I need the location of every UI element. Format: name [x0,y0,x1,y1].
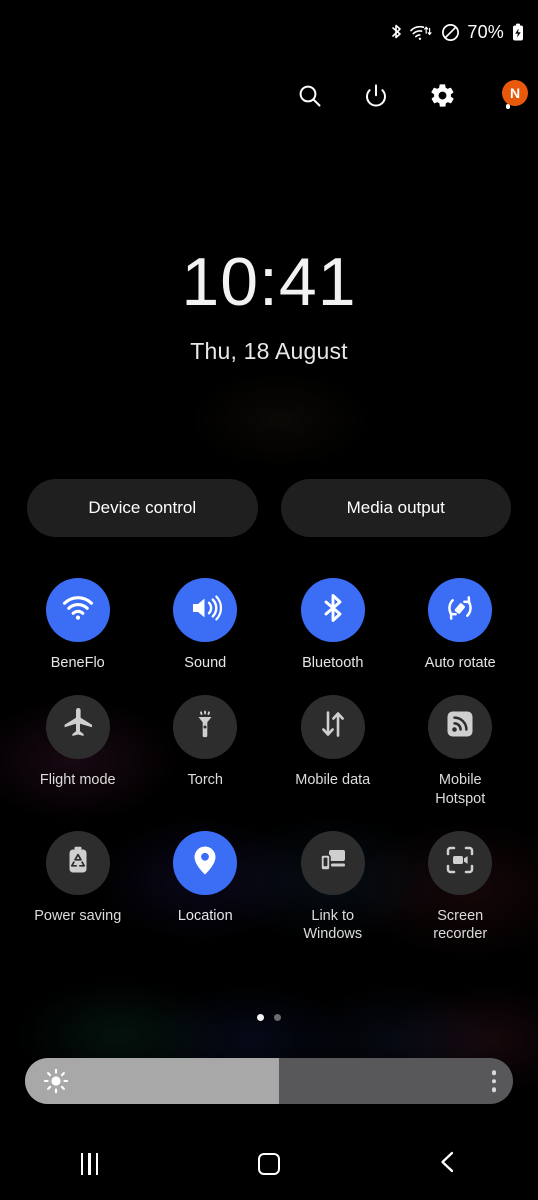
search-icon [297,83,323,114]
airplane-icon [62,708,94,745]
battery-percent-label: 70% [467,21,504,42]
device-control-button[interactable]: Device control [27,479,258,537]
wifi-data-icon [410,23,434,42]
battery-eco-icon [63,845,93,880]
brightness-slider[interactable] [25,1058,513,1104]
tile-label: Mobile data [295,771,371,788]
tile-icon-wrapper [173,694,238,759]
tile-label: Mobile Hotspot [435,771,486,807]
tile-icon-wrapper [428,830,493,895]
bluetooth-icon [317,592,349,629]
tile-icon-wrapper [45,694,110,759]
tile-icon-wrapper [428,578,493,642]
home-icon [257,1153,280,1175]
tile-link-to-windows[interactable]: Link to Windows [269,830,397,945]
tile-icon-wrapper [45,830,110,895]
tile-icon-wrapper [173,830,238,895]
power-button[interactable] [356,78,396,118]
recents-icon [80,1153,99,1175]
volume-icon [188,591,223,630]
tile-label: Torch [187,771,223,788]
bluetooth-icon [390,23,403,42]
screen-recorder-icon [444,844,476,881]
tile-screen-recorder[interactable]: Screen recorder [397,830,525,945]
link-to-windows-icon [317,844,349,881]
tile-flight-mode[interactable]: Flight mode [14,694,142,809]
tile-location[interactable]: Location [142,830,270,945]
tile-icon-wrapper [300,578,365,642]
tile-icon-wrapper [428,694,493,759]
notification-badge: N [502,80,528,106]
tile-label: Location [177,907,233,924]
brightness-sun-icon [43,1068,69,1094]
brightness-options-button[interactable] [491,1070,496,1092]
gear-icon [429,82,456,114]
battery-charging-icon [511,23,525,42]
tile-mobile-data[interactable]: Mobile data [269,694,397,809]
quick-settings-toolbar: N [290,78,528,118]
quick-settings-tiles: BeneFlo Sound Bluetooth Auto rotate Flig… [14,578,524,944]
page-dot-inactive[interactable] [274,1014,281,1021]
shortcut-pills: Device control Media output [27,479,511,537]
tile-label: Power saving [34,907,122,924]
tile-label: Flight mode [39,771,116,788]
recents-button[interactable] [55,1139,125,1189]
more-options-button[interactable]: N [488,78,528,118]
back-button[interactable] [413,1139,483,1189]
tile-torch[interactable]: Torch [142,694,270,809]
tile-label: Screen recorder [433,907,488,943]
tile-label: Bluetooth [302,655,364,671]
tile-power-saving[interactable]: Power saving [14,830,142,945]
settings-button[interactable] [422,78,462,118]
page-indicator [0,1014,538,1021]
media-output-button[interactable]: Media output [280,479,511,537]
clock-time: 10:41 [181,244,357,320]
tile-sound[interactable]: Sound [142,578,270,673]
tile-wifi[interactable]: BeneFlo [14,578,142,673]
home-button[interactable] [234,1139,304,1189]
wifi-icon [61,591,95,630]
navigation-bar [0,1128,538,1200]
tile-icon-wrapper [173,578,238,642]
device-control-label: Device control [88,498,197,517]
page-dot-active[interactable] [257,1014,264,1021]
tile-icon-wrapper [300,694,365,759]
tile-label: Auto rotate [424,655,496,671]
back-icon [437,1150,459,1179]
tile-label: Link to Windows [303,907,363,943]
tile-auto-rotate[interactable]: Auto rotate [397,578,525,673]
tile-label: BeneFlo [50,655,105,671]
tile-mobile-hotspot[interactable]: Mobile Hotspot [397,694,525,809]
tile-icon-wrapper [300,830,365,895]
tile-label: Sound [184,655,227,671]
media-output-label: Media output [346,498,445,517]
status-bar: 70% [0,0,538,64]
tile-icon-wrapper [45,578,110,642]
search-button[interactable] [290,78,330,118]
mute-icon [441,23,460,42]
tile-bluetooth[interactable]: Bluetooth [269,578,397,673]
power-icon [363,83,389,114]
location-pin-icon [189,844,221,881]
hotspot-icon [445,709,475,744]
auto-rotate-icon [443,591,477,630]
clock-date: Thu, 18 August [190,338,348,364]
quick-settings-panel: 70% N 10:41 Thu, 18 August Device contro… [0,0,538,1200]
clock-area: 10:41 Thu, 18 August [0,248,538,365]
flashlight-icon [189,708,221,745]
data-arrows-icon [317,708,349,745]
